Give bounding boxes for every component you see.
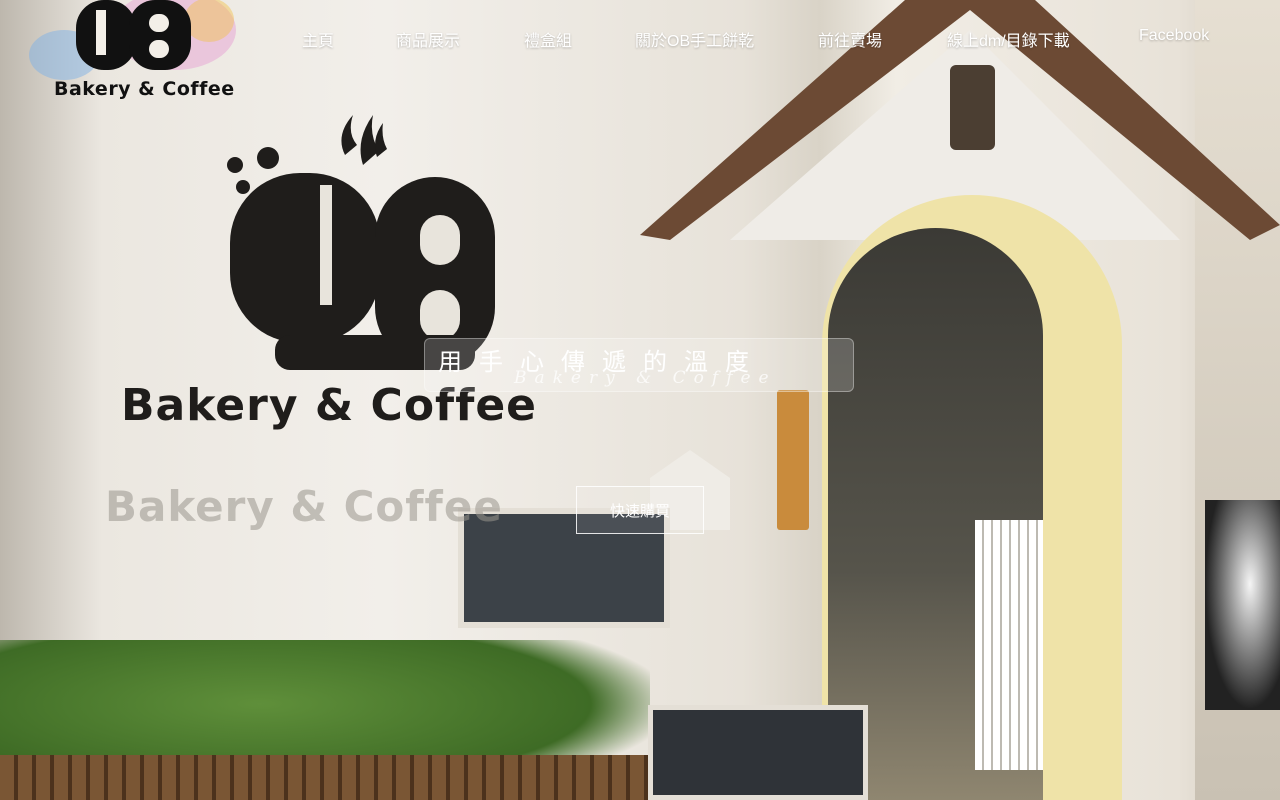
tagline-subtext: Bakery & Coffee xyxy=(514,368,777,388)
quick-buy-button[interactable]: 快速購買 xyxy=(576,486,704,534)
white-gate xyxy=(975,520,1043,770)
logo-text: Bakery & Coffee xyxy=(54,78,235,100)
nav-item-facebook[interactable]: Facebook xyxy=(1139,27,1209,45)
nav-item-gift-box[interactable]: 禮盒組 xyxy=(524,27,572,51)
nav-item-home[interactable]: 主頁 xyxy=(302,27,334,51)
hero-tagline: 用手心傳遞的溫度 Bakery & Coffee xyxy=(424,338,854,392)
nav-item-shop[interactable]: 前往賣場 xyxy=(818,27,882,51)
nav-item-products[interactable]: 商品展示 xyxy=(396,27,460,51)
top-navigation: 主頁 商品展示 禮盒組 關於OB手工餅乾 前往賣場 線上dm/目錄下載 Face… xyxy=(0,0,1280,74)
wooden-fence xyxy=(0,755,650,800)
nav-item-about[interactable]: 關於OB手工餅乾 xyxy=(635,27,754,51)
scooter xyxy=(1205,500,1280,710)
wall-sign-shadow: Bakery & Coffee xyxy=(105,482,503,531)
nav-item-catalog-download[interactable]: 線上dm/目錄下載 xyxy=(947,27,1070,51)
hero-photo: Bakery & Coffee Bakery & Coffee xyxy=(0,0,1280,800)
house-number-plate xyxy=(777,390,809,530)
menu-chalkboard xyxy=(648,705,868,800)
wall-lantern xyxy=(950,65,995,150)
